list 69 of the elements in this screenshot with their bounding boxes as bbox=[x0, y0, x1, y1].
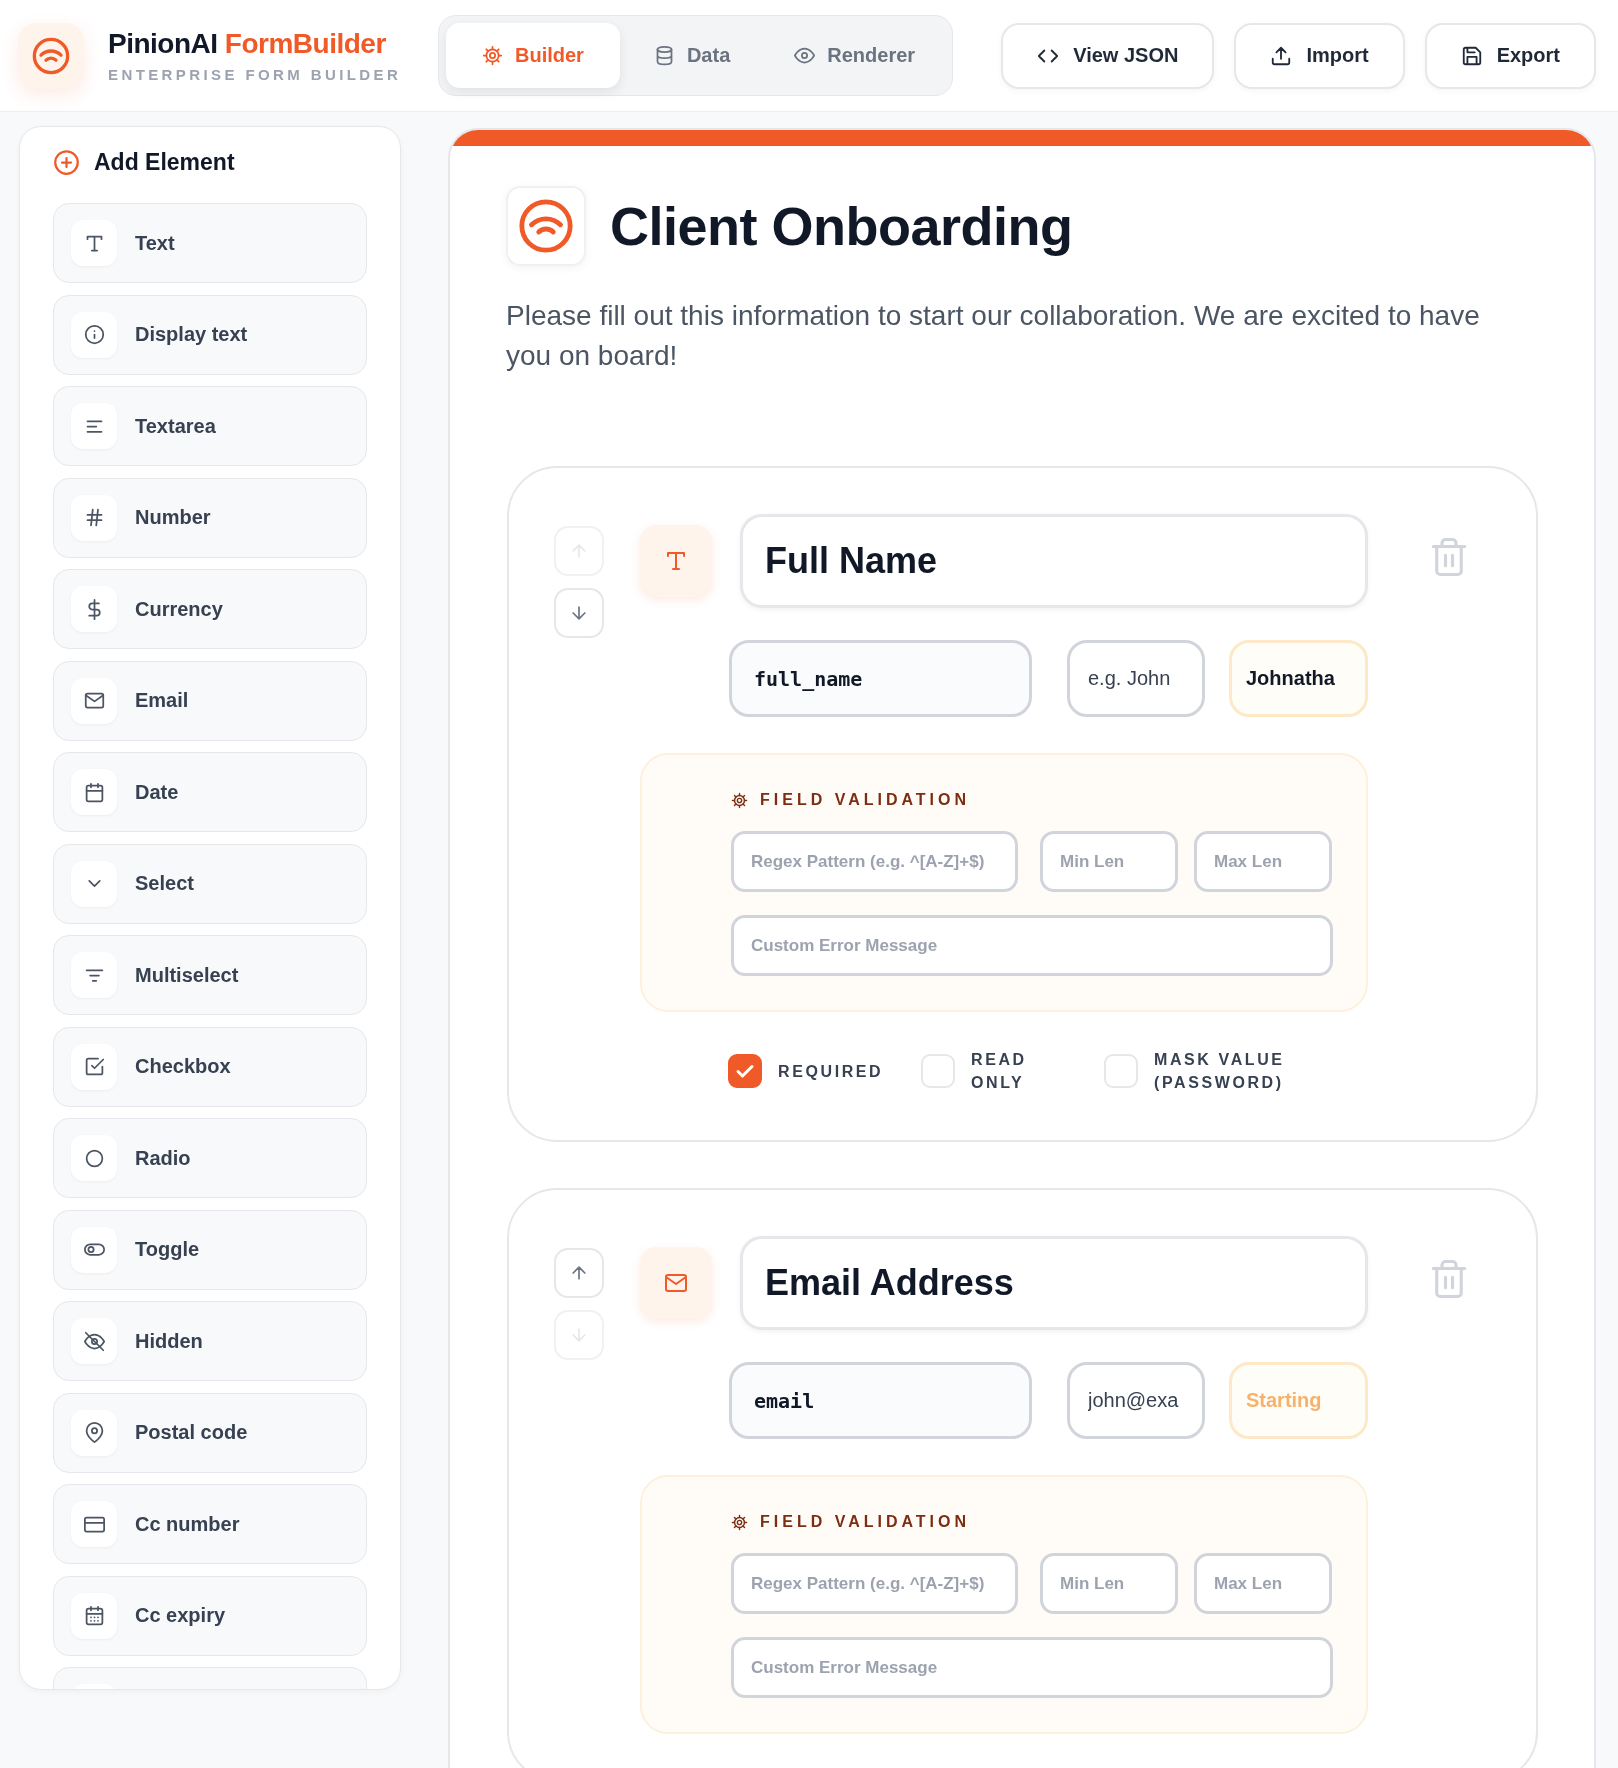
info-icon bbox=[83, 324, 105, 345]
max-length-field[interactable]: Max Len bbox=[1194, 1553, 1332, 1614]
sidebar-item[interactable]: Currency bbox=[53, 569, 367, 649]
wifi-circle-icon bbox=[517, 197, 575, 255]
min-length-field[interactable]: Min Len bbox=[1040, 1553, 1178, 1614]
label-field[interactable]: Full Name bbox=[740, 514, 1368, 608]
calendar-icon bbox=[83, 1605, 105, 1626]
sidebar-item[interactable]: Date bbox=[53, 752, 367, 832]
label-field[interactable]: Email Address bbox=[740, 1236, 1368, 1330]
error-message-field[interactable]: Custom Error Message bbox=[731, 915, 1333, 976]
checkbox-label: MASK VALUE (PASSWORD) bbox=[1154, 1050, 1286, 1093]
default-value-field[interactable]: Starting bbox=[1229, 1362, 1368, 1439]
sidebar-item[interactable]: Cc number bbox=[53, 1484, 367, 1564]
checkbox-label: READ ONLY bbox=[971, 1050, 1028, 1093]
eye-off-icon bbox=[83, 1330, 105, 1352]
section-heading: FIELD VALIDATION bbox=[760, 1513, 971, 1531]
tab[interactable]: Renderer bbox=[764, 23, 946, 88]
sidebar-item[interactable]: Hidden bbox=[53, 1301, 367, 1381]
checkbox-icon bbox=[83, 1056, 105, 1077]
form-title: Client Onboarding bbox=[610, 195, 1073, 257]
sidebar-item[interactable]: Checkbox bbox=[53, 1026, 367, 1107]
sidebar-item[interactable]: Number bbox=[53, 477, 367, 558]
gear-icon bbox=[731, 791, 748, 809]
move-down-button[interactable] bbox=[554, 588, 604, 638]
envelope-icon bbox=[83, 690, 105, 711]
section-heading: FIELD VALIDATION bbox=[760, 791, 971, 809]
sidebar-item[interactable]: Select bbox=[53, 843, 367, 924]
gear-icon bbox=[731, 1513, 748, 1531]
eye-icon bbox=[794, 45, 816, 66]
save-icon bbox=[1460, 44, 1483, 67]
wifi-circle-icon bbox=[31, 35, 71, 76]
sidebar-item[interactable]: Postal code bbox=[53, 1392, 367, 1473]
checkbox[interactable] bbox=[728, 1054, 762, 1088]
action-button[interactable]: View JSON bbox=[1001, 22, 1215, 89]
sidebar-item[interactable]: Radio bbox=[53, 1118, 367, 1198]
regex-field[interactable]: Regex Pattern (e.g. ^[A-Z]+$) bbox=[731, 1553, 1018, 1614]
letter-t-icon bbox=[664, 549, 688, 573]
sidebar-item[interactable]: Email bbox=[53, 660, 367, 741]
sidebar-item[interactable]: Toggle bbox=[53, 1209, 367, 1290]
placeholder-field[interactable]: john@exa bbox=[1067, 1362, 1205, 1439]
envelope-icon bbox=[664, 1271, 688, 1295]
sidebar-item[interactable]: Cc expiry bbox=[53, 1575, 367, 1656]
checkbox-label: REQUIRED bbox=[778, 1061, 884, 1082]
sidebar-item[interactable]: Multiselect bbox=[53, 935, 367, 1015]
action-button[interactable]: Export bbox=[1424, 22, 1596, 89]
sidebar-item[interactable]: Textarea bbox=[53, 386, 367, 466]
plus-circle-icon bbox=[53, 148, 80, 176]
gear-icon bbox=[482, 45, 503, 66]
sidebar-title: Add Element bbox=[94, 148, 235, 176]
min-length-field[interactable]: Min Len bbox=[1040, 831, 1178, 892]
sidebar-item[interactable]: Text bbox=[53, 203, 367, 283]
action-button[interactable]: Import bbox=[1234, 22, 1405, 89]
error-message-field[interactable]: Custom Error Message bbox=[731, 1637, 1333, 1698]
sidebar-item[interactable]: Display text bbox=[53, 294, 367, 375]
placeholder-field[interactable]: e.g. John bbox=[1067, 640, 1205, 717]
circle-icon bbox=[83, 1147, 105, 1169]
move-up-button[interactable] bbox=[554, 1248, 604, 1298]
form-description: Please fill out this information to start our collaboration. We are excited to have you on board! bbox=[506, 299, 1481, 373]
calendar-icon bbox=[83, 781, 105, 803]
key-field[interactable]: full_name bbox=[729, 640, 1032, 717]
map-pin-icon bbox=[83, 1422, 105, 1443]
regex-field[interactable]: Regex Pattern (e.g. ^[A-Z]+$) bbox=[731, 831, 1018, 892]
key-field[interactable]: email bbox=[729, 1362, 1032, 1439]
tab[interactable]: Data bbox=[623, 23, 761, 88]
app-title: PinionAI FormBuilder bbox=[108, 28, 387, 60]
app-subtitle: ENTERPRISE FORM BUILDER bbox=[108, 66, 403, 83]
max-length-field[interactable]: Max Len bbox=[1194, 831, 1332, 892]
default-value-field[interactable]: Johnatha bbox=[1229, 640, 1368, 717]
upload-icon bbox=[1270, 44, 1293, 67]
